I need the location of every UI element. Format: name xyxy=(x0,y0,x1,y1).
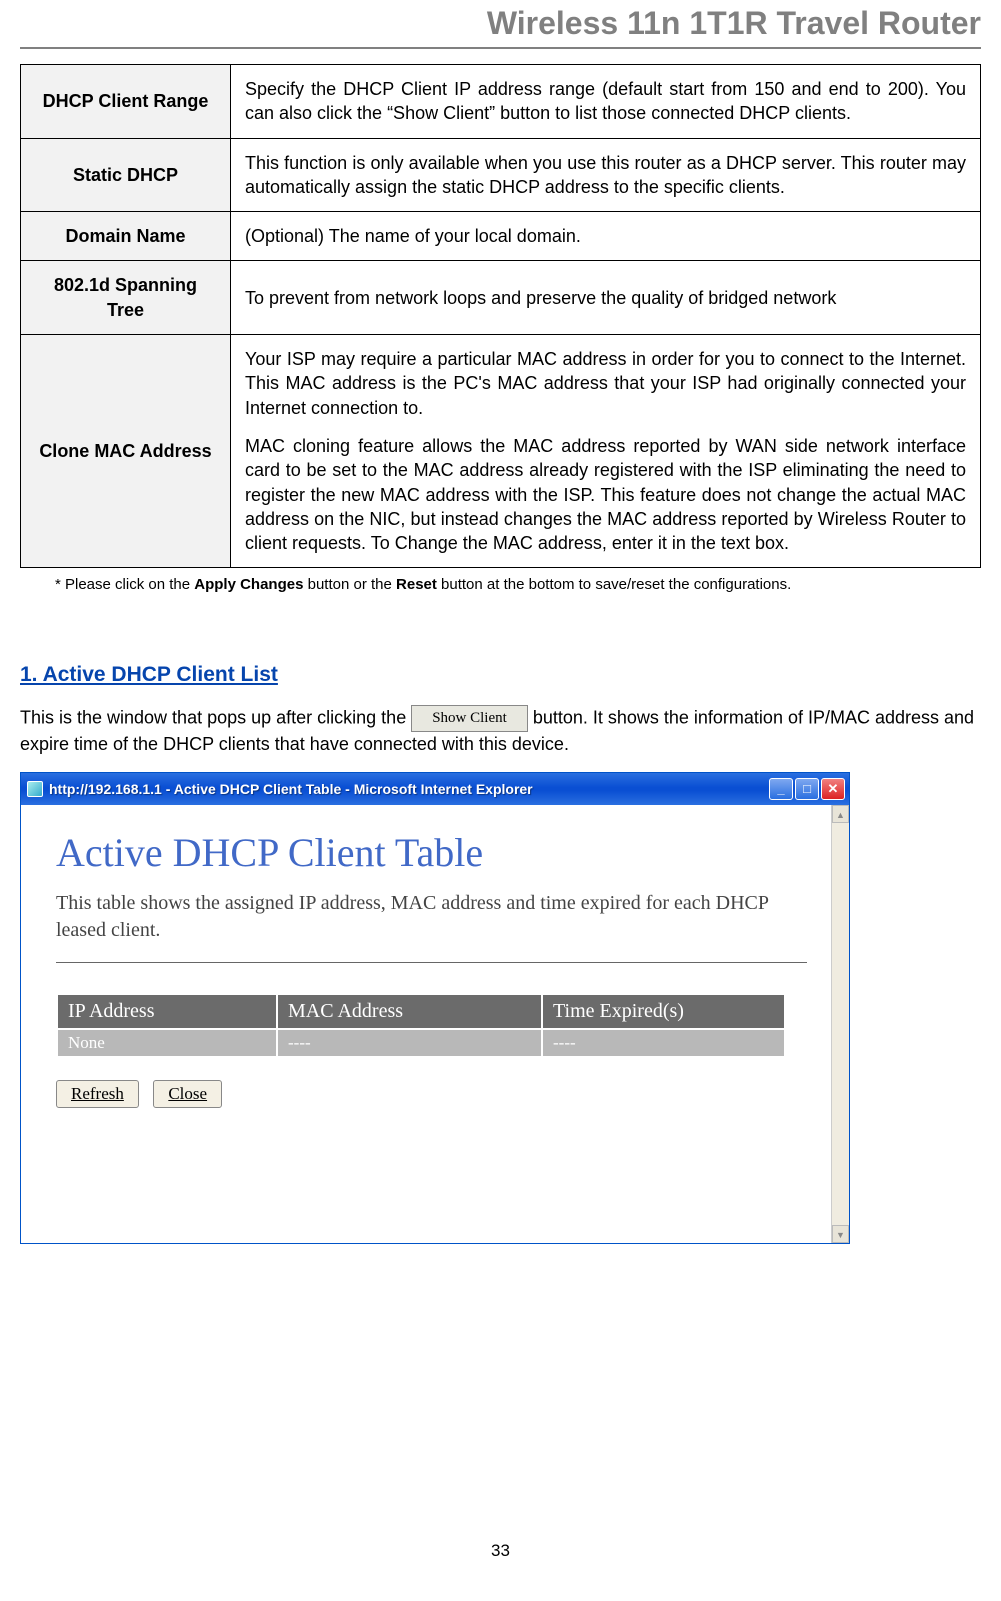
def-label: Domain Name xyxy=(21,212,231,261)
table-row: Static DHCP This function is only availa… xyxy=(21,138,981,212)
window-title: http://192.168.1.1 - Active DHCP Client … xyxy=(49,781,767,797)
def-label: Clone MAC Address xyxy=(21,335,231,568)
def-desc: To prevent from network loops and preser… xyxy=(231,261,981,335)
page-title: Active DHCP Client Table xyxy=(56,805,837,876)
close-button[interactable]: ✕ xyxy=(821,778,845,800)
window-titlebar: http://192.168.1.1 - Active DHCP Client … xyxy=(21,773,849,805)
def-desc: Your ISP may require a particular MAC ad… xyxy=(231,335,981,568)
cell-expired: ---- xyxy=(542,1029,785,1057)
col-expired: Time Expired(s) xyxy=(542,994,785,1029)
show-client-button[interactable]: Show Client xyxy=(411,705,528,732)
cell-ip: None xyxy=(57,1029,277,1057)
col-mac: MAC Address xyxy=(277,994,542,1029)
button-row: Refresh Close xyxy=(56,1080,837,1108)
minimize-button[interactable]: _ xyxy=(769,778,793,800)
page-number: 33 xyxy=(0,1541,1001,1561)
window-content: Active DHCP Client Table This table show… xyxy=(21,805,849,1243)
divider xyxy=(56,962,807,963)
browser-window: http://192.168.1.1 - Active DHCP Client … xyxy=(20,772,850,1244)
close-page-button[interactable]: Close xyxy=(153,1080,222,1108)
def-label: 802.1d Spanning Tree xyxy=(21,261,231,335)
refresh-button[interactable]: Refresh xyxy=(56,1080,139,1108)
table-header-row: IP Address MAC Address Time Expired(s) xyxy=(57,994,785,1029)
table-row: DHCP Client Range Specify the DHCP Clien… xyxy=(21,65,981,139)
ie-icon xyxy=(27,781,43,797)
table-row: Domain Name (Optional) The name of your … xyxy=(21,212,981,261)
def-label: Static DHCP xyxy=(21,138,231,212)
def-desc: This function is only available when you… xyxy=(231,138,981,212)
section-heading: 1. Active DHCP Client List xyxy=(20,663,981,687)
document-header: Wireless 11n 1T1R Travel Router xyxy=(20,0,981,49)
table-row: 802.1d Spanning Tree To prevent from net… xyxy=(21,261,981,335)
def-desc: Specify the DHCP Client IP address range… xyxy=(231,65,981,139)
scrollbar[interactable] xyxy=(831,805,849,1243)
maximize-button[interactable]: □ xyxy=(795,778,819,800)
footnote: * Please click on the Apply Changes butt… xyxy=(20,568,981,593)
definitions-table: DHCP Client Range Specify the DHCP Clien… xyxy=(20,64,981,568)
dhcp-client-table: IP Address MAC Address Time Expired(s) N… xyxy=(56,993,786,1058)
table-row: None ---- ---- xyxy=(57,1029,785,1057)
def-label: DHCP Client Range xyxy=(21,65,231,139)
page-subtitle: This table shows the assigned IP address… xyxy=(56,890,837,944)
def-desc: (Optional) The name of your local domain… xyxy=(231,212,981,261)
cell-mac: ---- xyxy=(277,1029,542,1057)
col-ip: IP Address xyxy=(57,994,277,1029)
table-row: Clone MAC Address Your ISP may require a… xyxy=(21,335,981,568)
section-text: This is the window that pops up after cl… xyxy=(20,705,981,757)
